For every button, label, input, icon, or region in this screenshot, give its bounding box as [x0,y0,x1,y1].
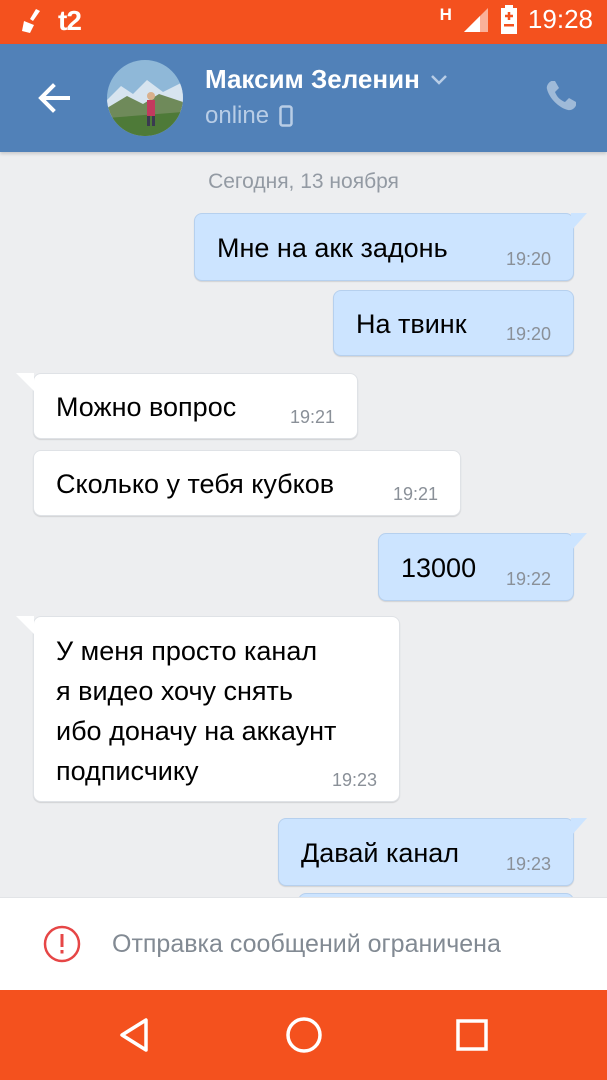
bubble-tail [571,533,587,551]
bubble-tail [16,616,34,634]
message-text: Можно вопрос [56,392,237,422]
status-bar-right: H 19:28 [440,4,593,35]
chat-header: Максим Зеленин online [0,44,607,152]
alert-circle-icon [43,925,81,963]
contact-name-row[interactable]: Максим Зеленин [205,64,448,95]
contact-status: online [205,102,270,129]
message-time: 19:21 [392,484,438,504]
contact-status-row: online [205,102,293,130]
navigation-bar [0,990,607,1080]
message-text: Мне на акк задонь [217,233,448,263]
message-time: 19:23 [331,770,377,790]
contact-name[interactable]: Максим Зеленин [205,64,420,95]
message-text: Давай канал [301,838,460,868]
clock: 19:28 [527,4,593,34]
message-text-line: подписчику [56,756,199,786]
phone-call-icon[interactable] [543,78,579,114]
broom-icon [22,9,40,33]
message-text: Сколько у тебя кубков [56,469,335,499]
message-bubble-outgoing[interactable]: 13000 19:22 [378,533,587,601]
carrier-label: t2 [58,5,82,36]
mobile-phone-icon [279,105,293,127]
message-text: На твинк [356,309,467,339]
message-time: 19:20 [505,324,551,344]
notice-text: Отправка сообщений ограничена [112,930,501,958]
message-time: 19:23 [505,854,551,874]
date-separator: Сегодня, 13 ноября [208,170,399,193]
message-bubble-outgoing[interactable]: На твинк 19:20 [333,290,574,356]
bubble-tail [571,818,587,836]
bubble-tail [16,373,34,391]
message-bubble-incoming[interactable]: Сколько у тебя кубков 19:21 [33,450,461,516]
avatar[interactable] [107,60,183,136]
messaging-restricted-notice: Отправка сообщений ограничена [0,897,607,990]
message-text: 13000 [401,553,477,583]
message-time: 19:22 [505,569,551,589]
message-bubble-outgoing[interactable]: Мне на акк задонь 19:20 [194,213,587,281]
status-bar-left: t2 [20,5,82,37]
bubble-tail [571,213,587,231]
message-text-line: У меня просто канал [56,636,318,666]
battery-icon [500,4,517,34]
message-text-line: я видео хочу снять [56,676,293,706]
home-circle-icon[interactable] [284,1015,324,1055]
network-type-label: H [439,4,452,24]
back-triangle-icon[interactable] [116,1015,156,1055]
message-text-line: ибо доначу на аккаунт [56,716,337,746]
message-time: 19:21 [289,407,335,427]
message-time: 19:20 [505,249,551,269]
status-bar: t2 H 19:28 [0,0,607,44]
chevron-down-icon[interactable] [430,74,448,86]
message-bubble-incoming[interactable]: Можно вопрос 19:21 [16,373,358,439]
recents-square-icon[interactable] [452,1015,492,1055]
message-bubble-incoming[interactable]: У меня просто канал я видео хочу снять и… [16,616,400,802]
signal-icon [463,7,488,32]
back-arrow-icon[interactable] [34,78,74,118]
message-bubble-outgoing[interactable]: Давай канал 19:23 [278,818,587,886]
